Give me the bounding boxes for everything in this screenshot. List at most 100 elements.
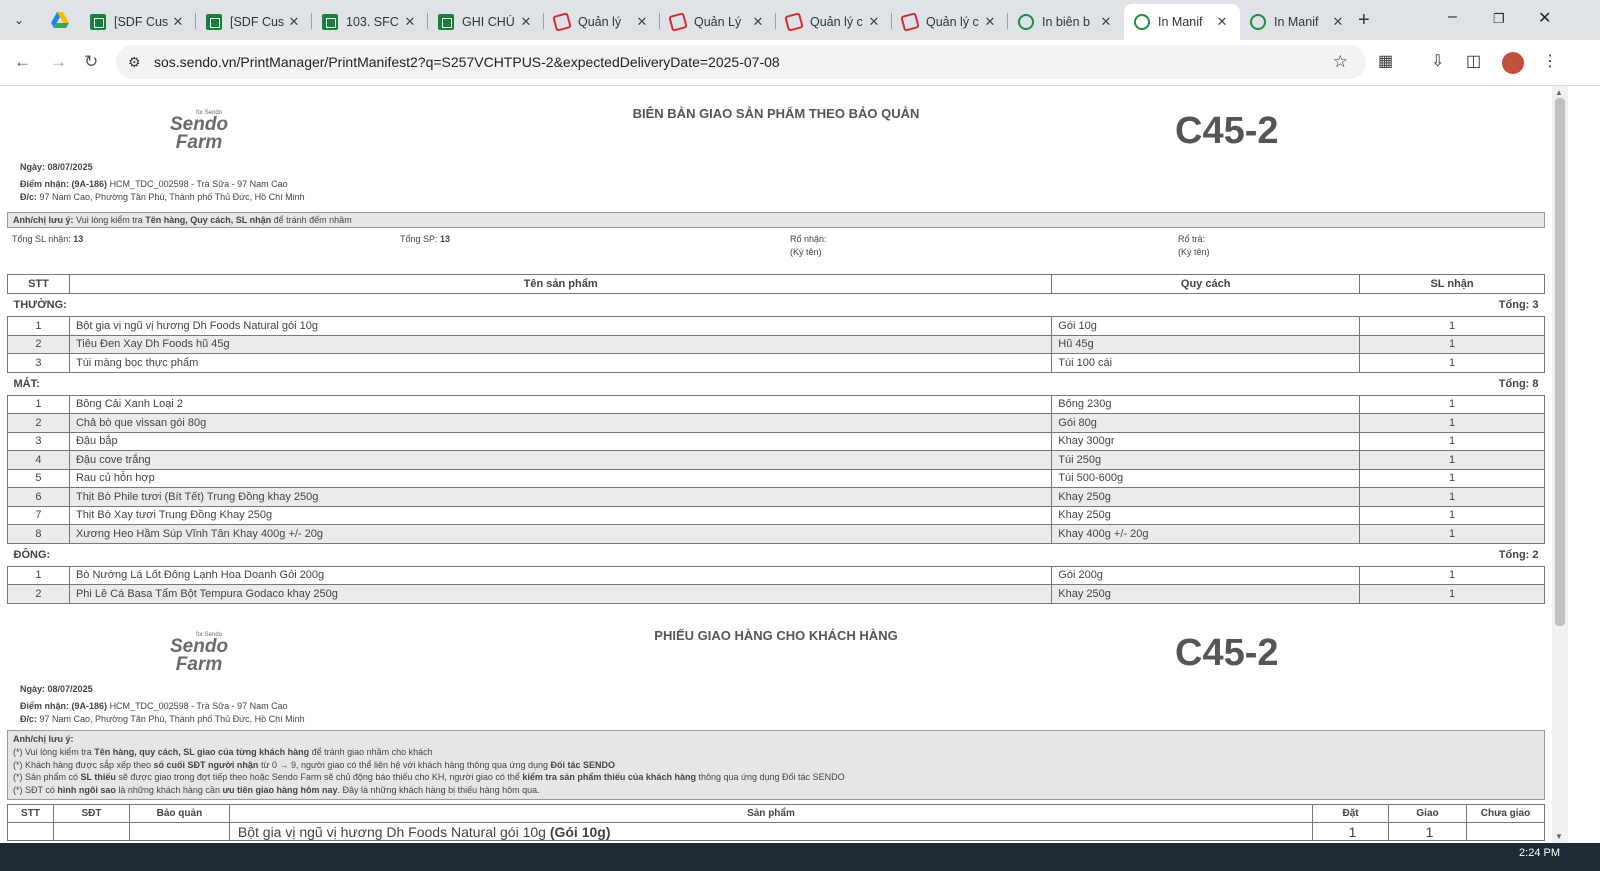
group-row: ĐÔNG: Tổng: 2	[7, 542, 1545, 567]
close-tab-icon[interactable]: ✕	[518, 14, 534, 30]
tab-title: 103. SFC	[346, 15, 399, 29]
close-tab-icon[interactable]: ✕	[750, 14, 766, 30]
close-tab-icon[interactable]: ✕	[1214, 14, 1230, 30]
group-total: Tổng: 2	[1051, 542, 1545, 567]
delivery-date: Ngày: 08/07/2025	[20, 684, 93, 694]
delivered-cell: 1	[1388, 822, 1467, 841]
cell-qty: 1	[1359, 353, 1545, 373]
cell-spec: Khay 300gr	[1051, 431, 1361, 451]
close-tab-icon[interactable]: ✕	[402, 14, 418, 30]
cell-qty: 1	[1359, 316, 1545, 336]
bookmark-star-icon[interactable]: ☆	[1333, 52, 1348, 72]
manifest-table: STT Tên sản phẩm Quy cách SL nhận THƯỜNG…	[7, 274, 1545, 604]
cell-stt: 2	[7, 334, 70, 354]
col-name: Tên sản phẩm	[68, 274, 1053, 294]
restore-button[interactable]: ❐	[1493, 11, 1505, 27]
close-tab-icon[interactable]: ✕	[1098, 14, 1114, 30]
close-tab-icon[interactable]: ✕	[634, 14, 650, 30]
vertical-scrollbar[interactable]: ▲ ▼	[1552, 86, 1568, 843]
tab-title: In biên b	[1042, 15, 1090, 29]
profile-avatar[interactable]	[1502, 52, 1524, 74]
close-tab-icon[interactable]: ✕	[866, 14, 882, 30]
basket-returned: Rổ trả: (Ký tên)	[1178, 234, 1210, 257]
table-row: 8 Xương Heo Hầm Súp Vĩnh Tân Khay 400g +/…	[7, 524, 1545, 544]
browser-tab[interactable]: Quản lý c ✕	[892, 4, 1008, 40]
group-name: MÁT:	[7, 371, 1052, 396]
browser-tab[interactable]: [SDF Cus ✕	[80, 4, 196, 40]
close-tab-icon[interactable]: ✕	[982, 14, 998, 30]
cell-stt: 2	[7, 413, 70, 433]
reload-button[interactable]: ↻	[84, 52, 98, 72]
browser-tab[interactable]: Quản lý ✕	[544, 4, 660, 40]
cell-stt: 1	[7, 316, 70, 336]
cell-qty: 1	[1359, 565, 1545, 585]
page-content: for Sendo Sendo Farm BIÊN BẢN GIAO SẢN P…	[0, 86, 1552, 843]
group-total: Tổng: 3	[1051, 293, 1545, 317]
manifest-pickup: Điểm nhận: (9A-186) HCM_TDC_002598 - Trà…	[20, 179, 288, 189]
close-window-button[interactable]: ✕	[1538, 8, 1551, 28]
cell-name: Đậu cove trắng	[68, 450, 1053, 470]
browser-tab[interactable]: GHI CHÚ ✕	[428, 4, 544, 40]
browser-tab[interactable]: Quản lý c ✕	[776, 4, 892, 40]
back-button[interactable]: ←	[14, 52, 31, 72]
browser-tab[interactable]: [SDF Cus ✕	[196, 4, 312, 40]
basket-received: Rổ nhận: (Ký tên)	[790, 234, 827, 257]
scroll-up-icon[interactable]: ▲	[1555, 88, 1563, 97]
forward-button[interactable]: →	[50, 52, 67, 72]
delivery-table: STT SĐT Bảo quản Sản phẩm Đặt Giao Chưa …	[7, 804, 1546, 841]
cell-qty: 1	[1359, 413, 1545, 433]
site-info-icon[interactable]: ⚙	[128, 54, 141, 71]
cell-stt: 5	[7, 468, 70, 488]
cell-spec: Khay 250g	[1051, 584, 1361, 604]
browser-tab[interactable]: Quản Lý ✕	[660, 4, 776, 40]
col-qty: SL nhận	[1359, 274, 1545, 294]
browser-tab[interactable]: In Manif ✕	[1124, 4, 1240, 40]
close-tab-icon[interactable]: ✕	[1330, 14, 1346, 30]
tab-strip: ⌄ [SDF Cus ✕ [SDF Cus ✕ 103. SFC ✕ GHI CHÚ ✕ Quả…	[0, 0, 1600, 40]
scroll-down-icon[interactable]: ▼	[1555, 832, 1563, 841]
note-line: (*) Vui lòng kiểm tra Tên hàng, quy cách…	[13, 746, 433, 757]
manifest-address: Đ/c: 97 Nam Cao, Phường Tân Phú, Thành p…	[20, 192, 305, 202]
delivery-notes: Anh/chị lưu ý: (*) Vui lòng kiểm tra Tên…	[7, 730, 1545, 800]
table-row: 2 Tiêu Đen Xay Dh Foods hũ 45g Hũ 45g 1	[7, 334, 1545, 354]
cell-qty: 1	[1359, 431, 1545, 451]
scrollbar-thumb[interactable]	[1555, 98, 1565, 626]
sheets-icon	[206, 14, 222, 30]
cell-stt: 6	[7, 487, 70, 507]
browser-tab[interactable]: In Manif ✕	[1240, 4, 1356, 40]
table-row: 4 Đậu cove trắng Túi 250g 1	[7, 450, 1545, 470]
tab-title: Quản Lý	[694, 15, 742, 29]
tab-search-button[interactable]: ⌄	[6, 8, 32, 32]
extensions-icon[interactable]: ▦	[1378, 51, 1393, 71]
tab-separator	[775, 13, 776, 29]
table-row: Bột gia vị ngũ vị hương Dh Foods Natural…	[7, 822, 1546, 841]
browser-tab[interactable]: 103. SFC ✕	[312, 4, 428, 40]
cell-qty: 1	[1359, 584, 1545, 604]
tab-separator	[1007, 13, 1008, 29]
taskbar: 2:24 PM	[0, 843, 1600, 871]
google-drive-icon[interactable]	[50, 10, 70, 30]
download-icon[interactable]: ⇩	[1431, 51, 1444, 71]
delivery-pickup: Điểm nhận: (9A-186) HCM_TDC_002598 - Trà…	[20, 701, 288, 711]
manifest-note: Anh/chị lưu ý: Vui lòng kiểm tra Tên hàn…	[7, 212, 1545, 228]
cell-name: Bò Nướng Lá Lốt Đông Lạnh Hoa Doanh Gói …	[68, 565, 1053, 585]
new-tab-button[interactable]: +	[1358, 9, 1370, 32]
side-panel-icon[interactable]: ◫	[1466, 51, 1481, 71]
browser-tab[interactable]: In biên b ✕	[1008, 4, 1124, 40]
address-bar[interactable]: ⚙ sos.sendo.vn/PrintManager/PrintManifes…	[116, 45, 1366, 79]
menu-icon[interactable]: ⋮	[1542, 51, 1558, 71]
cell-stt: 2	[7, 584, 70, 604]
tab-title: [SDF Cus	[230, 15, 285, 29]
minimize-button[interactable]: –	[1448, 8, 1457, 26]
close-tab-icon[interactable]: ✕	[170, 14, 186, 30]
note-line: (*) Sản phẩm có SL thiếu sẽ được giao tr…	[13, 772, 845, 783]
globe-icon	[1134, 14, 1150, 30]
tab-separator	[543, 13, 544, 29]
globe-icon	[1250, 14, 1266, 30]
cell-qty: 1	[1359, 468, 1545, 488]
cell-name: Phi Lê Cá Basa Tẩm Bột Tempura Godaco kh…	[68, 584, 1053, 604]
close-tab-icon[interactable]: ✕	[286, 14, 302, 30]
product-cell: Bột gia vị ngũ vị hương Dh Foods Natural…	[228, 822, 1314, 841]
tab-separator	[311, 13, 312, 29]
cell-stt: 8	[7, 524, 70, 544]
